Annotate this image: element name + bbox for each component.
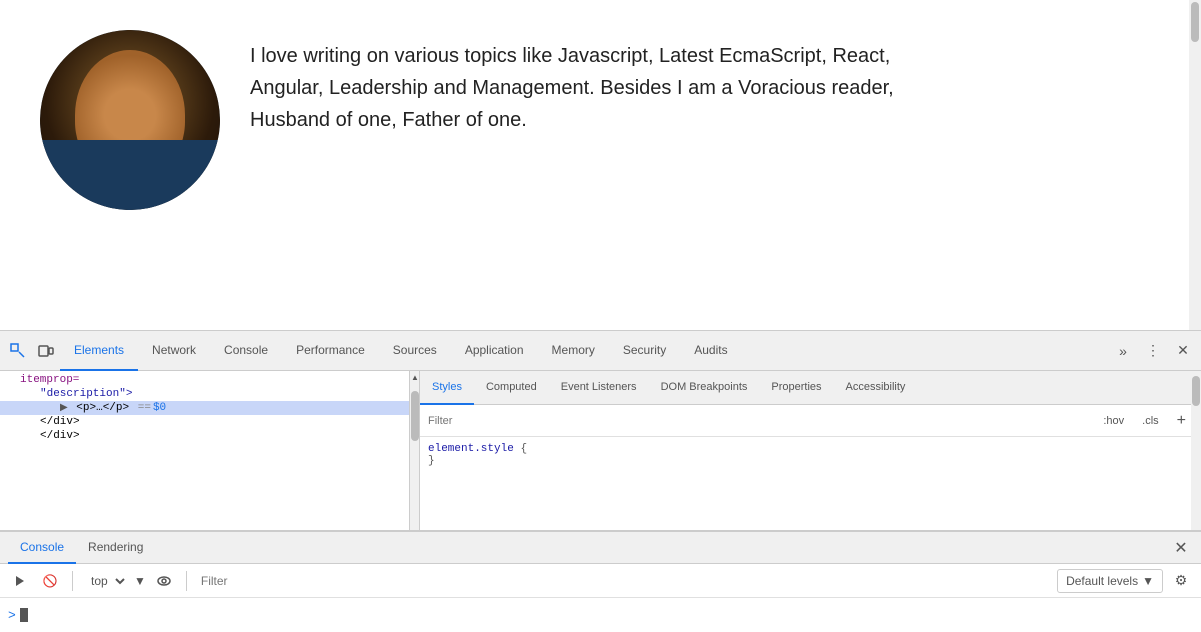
- bio-text: I love writing on various topics like Ja…: [250, 30, 950, 136]
- css-rule: element.style { }: [428, 443, 1193, 467]
- scroll-up-arrow[interactable]: ▲: [410, 371, 420, 383]
- devtools-menu-button[interactable]: ⋮: [1139, 337, 1167, 365]
- styles-tab-dom-breakpoints[interactable]: DOM Breakpoints: [649, 371, 760, 405]
- add-style-button[interactable]: +: [1170, 410, 1193, 432]
- avatar-image: [40, 30, 220, 210]
- execute-context-icon[interactable]: [8, 569, 32, 593]
- eye-icon[interactable]: [152, 569, 176, 593]
- tab-audits[interactable]: Audits: [680, 331, 741, 371]
- expand-arrow: ▶: [60, 402, 68, 414]
- cls-button[interactable]: .cls: [1135, 412, 1166, 430]
- dropdown-arrow: ▼: [134, 574, 146, 588]
- tab-network[interactable]: Network: [138, 331, 210, 371]
- console-tab-rendering[interactable]: Rendering: [76, 532, 155, 564]
- toolbar-end: » ⋮ ✕: [1109, 337, 1197, 365]
- devtools-panel: Elements Network Console Performance Sou…: [0, 330, 1201, 630]
- no-issues-icon[interactable]: 🚫: [38, 569, 62, 593]
- tab-performance[interactable]: Performance: [282, 331, 379, 371]
- styles-tab-accessibility[interactable]: Accessibility: [834, 371, 918, 405]
- styles-tab-properties[interactable]: Properties: [759, 371, 833, 405]
- styles-filter-input[interactable]: [428, 415, 1096, 427]
- styles-scroll-thumb[interactable]: [1192, 376, 1200, 406]
- console-toolbar: 🚫 top ▼ Default levels ▼ ⚙: [0, 564, 1201, 598]
- console-filter-input[interactable]: [197, 569, 1051, 593]
- tab-memory[interactable]: Memory: [538, 331, 609, 371]
- tab-sources[interactable]: Sources: [379, 331, 451, 371]
- devtools-toolbar: Elements Network Console Performance Sou…: [0, 331, 1201, 371]
- toolbar-divider: [72, 571, 73, 591]
- tab-console[interactable]: Console: [210, 331, 282, 371]
- toolbar-divider2: [186, 571, 187, 591]
- element-line[interactable]: </div>: [0, 415, 409, 429]
- device-icon[interactable]: [32, 337, 60, 365]
- styles-filter-bar: :hov .cls +: [420, 405, 1201, 437]
- main-content: I love writing on various topics like Ja…: [0, 0, 1201, 330]
- console-input-area[interactable]: >: [0, 598, 1201, 632]
- console-cursor: [20, 608, 28, 622]
- console-gear-button[interactable]: ⚙: [1169, 569, 1193, 593]
- styles-tabs: Styles Computed Event Listeners DOM Brea…: [420, 371, 1201, 405]
- avatar: [40, 30, 220, 210]
- console-close-button[interactable]: ✕: [1169, 536, 1193, 560]
- tab-elements[interactable]: Elements: [60, 331, 138, 371]
- styles-tab-computed[interactable]: Computed: [474, 371, 549, 405]
- console-panel: Console Rendering ✕ 🚫 top ▼: [0, 530, 1201, 630]
- inspect-icon[interactable]: [4, 337, 32, 365]
- element-line[interactable]: </div>: [0, 429, 409, 443]
- console-tabs-bar: Console Rendering ✕: [0, 532, 1201, 564]
- console-tab-console[interactable]: Console: [8, 532, 76, 564]
- element-line[interactable]: itemprop=: [0, 373, 409, 387]
- levels-select[interactable]: Default levels ▼: [1057, 569, 1163, 593]
- styles-tab-event-listeners[interactable]: Event Listeners: [549, 371, 649, 405]
- hov-button[interactable]: :hov: [1096, 412, 1131, 430]
- page-scroll-thumb[interactable]: [1191, 2, 1199, 42]
- page-scrollbar[interactable]: [1189, 0, 1201, 330]
- more-tabs-button[interactable]: »: [1109, 337, 1137, 365]
- elements-scroll-thumb[interactable]: [411, 391, 419, 441]
- styles-filter-buttons: :hov .cls +: [1096, 410, 1193, 432]
- styles-tab-styles[interactable]: Styles: [420, 371, 474, 405]
- devtools-tabs: Elements Network Console Performance Sou…: [60, 331, 1109, 371]
- devtools-close-button[interactable]: ✕: [1169, 337, 1197, 365]
- tab-application[interactable]: Application: [451, 331, 538, 371]
- context-select[interactable]: top: [83, 569, 128, 593]
- element-line[interactable]: "description">: [0, 387, 409, 401]
- tab-security[interactable]: Security: [609, 331, 680, 371]
- element-line-selected[interactable]: ▶ <p>…</p> == $0: [0, 401, 409, 415]
- console-prompt: >: [8, 608, 16, 623]
